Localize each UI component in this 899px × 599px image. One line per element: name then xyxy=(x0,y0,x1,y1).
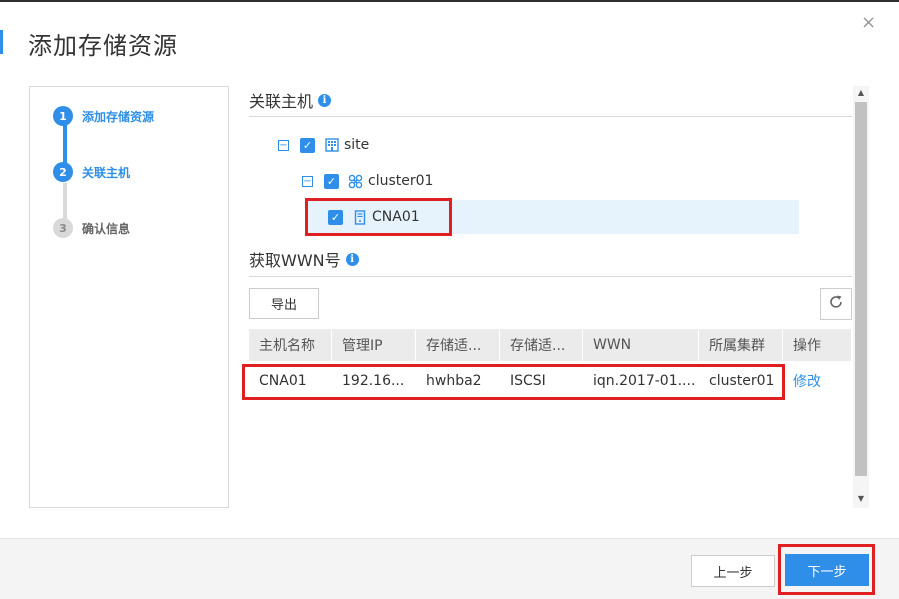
table-row: CNA01 192.16... hwhba2 ISCSI iqn.2017-01… xyxy=(249,361,852,401)
column-header[interactable]: WWN xyxy=(583,329,699,361)
checkbox-checked-icon[interactable]: ✓ xyxy=(328,209,343,225)
cell-host-name: CNA01 xyxy=(259,373,307,389)
cell-cluster: cluster01 xyxy=(709,373,775,389)
step-3: 3 确认信息 xyxy=(53,218,130,238)
step-2-number: 2 xyxy=(53,162,73,182)
step-2-label: 关联主机 xyxy=(82,165,131,180)
table-header: 主机名称 管理IP 存储适... 存储适... WWN 所属集群 操作 xyxy=(249,329,852,361)
vertical-scrollbar[interactable]: ▲ ▼ xyxy=(853,86,869,508)
tree-label-cluster: cluster01 xyxy=(368,173,434,189)
server-icon xyxy=(352,209,367,225)
tree-node-host[interactable]: ✓ CNA01 xyxy=(328,200,420,234)
wwn-heading: 获取WWN号 i xyxy=(249,247,359,271)
dialog-title: 添加存储资源 xyxy=(28,32,178,60)
associate-hosts-title: 关联主机 xyxy=(249,92,314,111)
cell-wwn: iqn.2017-01.... xyxy=(593,373,696,389)
close-icon[interactable]: × xyxy=(861,14,876,32)
step-1: 1 添加存储资源 xyxy=(53,106,154,126)
modify-link[interactable]: 修改 xyxy=(783,361,852,401)
building-icon xyxy=(324,138,339,153)
wwn-table: 主机名称 管理IP 存储适... 存储适... WWN 所属集群 操作 CNA0… xyxy=(249,329,852,401)
scroll-thumb[interactable] xyxy=(855,102,867,476)
refresh-icon xyxy=(828,294,844,314)
section-divider xyxy=(249,116,852,117)
column-header[interactable]: 所属集群 xyxy=(699,329,783,361)
info-icon[interactable]: i xyxy=(345,252,359,266)
step-3-number: 3 xyxy=(53,218,73,238)
main-content: 关联主机 i − ✓ site − ✓ cluster01 ✓ CNA01 获取… xyxy=(242,84,853,510)
steps-panel: 1 添加存储资源 2 关联主机 3 确认信息 xyxy=(29,86,229,508)
collapse-icon[interactable]: − xyxy=(302,175,313,187)
tree-label-site: site xyxy=(344,137,370,153)
step-1-number: 1 xyxy=(53,106,73,126)
next-step-button[interactable]: 下一步 xyxy=(785,554,869,586)
cell-management-ip: 192.16... xyxy=(342,373,405,389)
step-1-label: 添加存储资源 xyxy=(82,109,155,124)
previous-step-button[interactable]: 上一步 xyxy=(691,555,775,587)
refresh-button[interactable] xyxy=(820,288,852,320)
title-accent-bar xyxy=(0,30,3,54)
step-2: 2 关联主机 xyxy=(53,162,130,182)
associate-hosts-heading: 关联主机 i xyxy=(249,88,332,112)
export-button[interactable]: 导出 xyxy=(249,288,319,319)
tree-node-site[interactable]: − ✓ site xyxy=(278,128,369,162)
column-header[interactable]: 存储适... xyxy=(500,329,583,361)
column-header[interactable]: 管理IP xyxy=(332,329,416,361)
scroll-up-icon[interactable]: ▲ xyxy=(853,86,869,100)
tree-label-host: CNA01 xyxy=(372,209,420,225)
column-header[interactable]: 主机名称 xyxy=(249,329,332,361)
step-3-label: 确认信息 xyxy=(82,221,131,236)
cell-storage-adapter-type: ISCSI xyxy=(510,373,546,389)
checkbox-checked-icon[interactable]: ✓ xyxy=(300,137,315,153)
checkbox-checked-icon[interactable]: ✓ xyxy=(324,173,339,189)
column-header[interactable]: 存储适... xyxy=(416,329,500,361)
column-header[interactable]: 操作 xyxy=(783,329,852,361)
collapse-icon[interactable]: − xyxy=(278,139,289,151)
cell-storage-adapter: hwhba2 xyxy=(426,373,482,389)
top-border xyxy=(0,0,899,2)
cluster-icon xyxy=(348,174,363,189)
section-divider xyxy=(249,276,852,277)
scroll-down-icon[interactable]: ▼ xyxy=(853,492,869,506)
tree-node-cluster[interactable]: − ✓ cluster01 xyxy=(302,164,433,198)
wwn-title: 获取WWN号 xyxy=(249,251,341,270)
info-icon[interactable]: i xyxy=(318,93,332,107)
